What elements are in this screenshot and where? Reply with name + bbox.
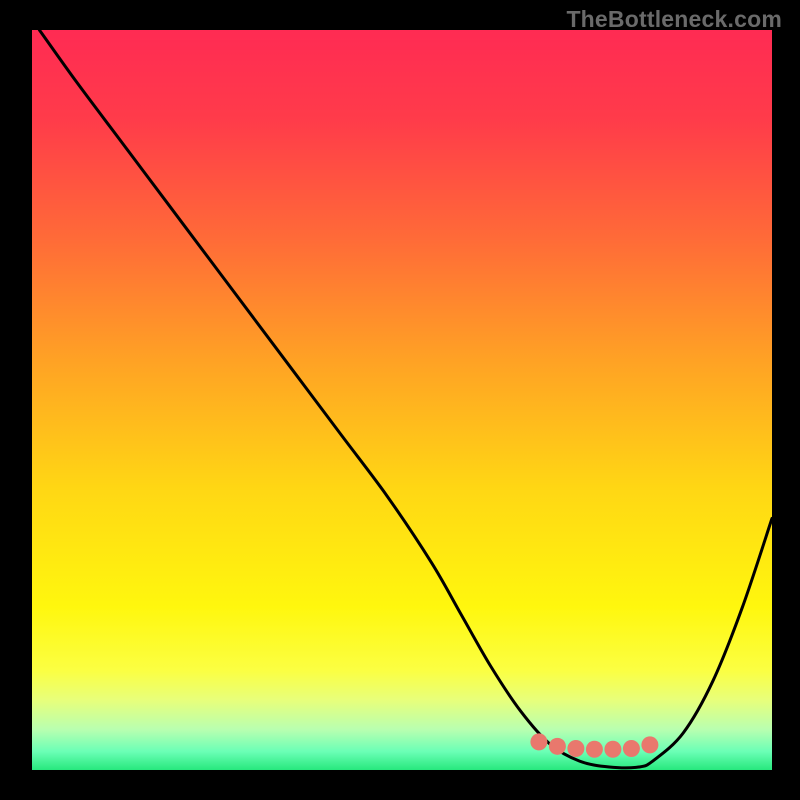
optimal-marker: [567, 740, 584, 757]
optimal-marker: [530, 733, 547, 750]
chart-frame: TheBottleneck.com: [0, 0, 800, 800]
optimal-marker: [549, 738, 566, 755]
optimal-marker: [586, 741, 603, 758]
plot-area: [32, 30, 772, 770]
chart-svg: [32, 30, 772, 770]
optimal-marker: [623, 740, 640, 757]
optimal-marker: [641, 736, 658, 753]
bottleneck-curve: [39, 30, 772, 768]
optimal-marker: [604, 741, 621, 758]
watermark-text: TheBottleneck.com: [566, 6, 782, 33]
